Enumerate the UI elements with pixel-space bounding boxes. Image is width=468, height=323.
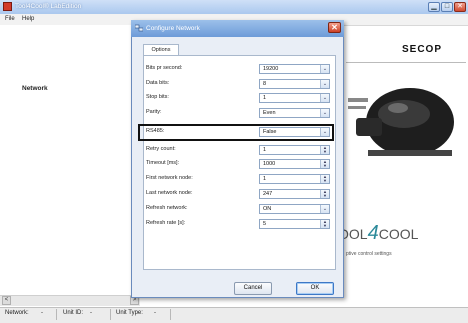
- chevron-down-icon[interactable]: ⌄: [320, 205, 329, 213]
- tool4cool-logo: OOL4COOL: [338, 222, 418, 245]
- refresh-rate-s-value: 5: [263, 221, 267, 227]
- status-separator: [110, 309, 111, 320]
- logo-tagline: ptive control settings: [346, 251, 392, 257]
- timeout-ms-label: Timeout [ms]:: [146, 160, 180, 166]
- last-network-node-label: Last network node:: [146, 190, 193, 196]
- spin-down-icon[interactable]: ▼: [321, 224, 329, 228]
- spinner-arrows-icon[interactable]: ▲ ▼: [320, 190, 329, 198]
- first-network-node-value: 1: [263, 176, 267, 182]
- dialog-close-button[interactable]: ✕: [328, 22, 341, 33]
- status-network-value: -: [41, 310, 43, 316]
- scroll-left-button[interactable]: <: [2, 296, 11, 305]
- stop-bits-label: Stop bits:: [146, 94, 169, 100]
- spinner-arrows-icon[interactable]: ▲ ▼: [320, 146, 329, 154]
- retry-count-label: Retry count:: [146, 146, 176, 152]
- spinner-arrows-icon[interactable]: ▲ ▼: [320, 160, 329, 168]
- first-network-node-label: First network node:: [146, 175, 193, 181]
- stop-bits-value: 1: [263, 95, 267, 101]
- last-network-node-value: 247: [263, 191, 273, 197]
- status-unit-type-label: Unit Type:: [116, 310, 143, 316]
- chevron-down-icon[interactable]: ⌄: [320, 65, 329, 73]
- close-button[interactable]: ✕: [454, 2, 466, 12]
- network-tree-panel[interactable]: [0, 25, 133, 295]
- status-network-label: Network:: [5, 310, 29, 316]
- chevron-down-icon[interactable]: ⌄: [320, 94, 329, 102]
- data-bits-label: Data bits:: [146, 80, 170, 86]
- ok-button[interactable]: OK: [296, 282, 334, 295]
- logo-suffix: COOL: [378, 226, 419, 242]
- window-title: Tool4Cool® LabEdition: [15, 3, 82, 10]
- spin-down-icon[interactable]: ▼: [321, 164, 329, 168]
- status-unit-type-value: -: [154, 310, 156, 316]
- maximize-button[interactable]: □: [441, 2, 453, 12]
- spinner-arrows-icon[interactable]: ▲ ▼: [320, 220, 329, 228]
- menu-help[interactable]: Help: [22, 16, 34, 22]
- status-separator: [56, 309, 57, 320]
- refresh-network-label: Refresh network:: [146, 205, 188, 211]
- minimize-button[interactable]: ▁: [428, 2, 440, 12]
- status-separator: [170, 309, 171, 320]
- network-heading[interactable]: Network: [22, 85, 48, 92]
- cancel-button[interactable]: Cancel: [234, 282, 272, 295]
- app-icon: [3, 2, 12, 11]
- rs485-highlight-box: [138, 124, 334, 141]
- secop-logo: SECOP: [402, 44, 443, 55]
- status-unit-id-value: -: [90, 310, 92, 316]
- spinner-arrows-icon[interactable]: ▲ ▼: [320, 175, 329, 183]
- retry-count-value: 1: [263, 147, 267, 153]
- brand-divider: [346, 62, 466, 63]
- dialog-title: Configure Network: [146, 25, 200, 32]
- spin-down-icon[interactable]: ▼: [321, 179, 329, 183]
- bits-pr-second-label: Bits pr second:: [146, 65, 183, 71]
- refresh-network-value: ON: [263, 206, 272, 212]
- timeout-ms-value: 1000: [263, 161, 276, 167]
- compressor-image: [348, 88, 454, 156]
- refresh-rate-s-label: Refresh rate [s]:: [146, 220, 186, 226]
- chevron-down-icon[interactable]: ⌄: [320, 109, 329, 117]
- menu-file[interactable]: File: [5, 16, 15, 22]
- status-unit-id-label: Unit ID:: [63, 310, 84, 316]
- spin-down-icon[interactable]: ▼: [321, 150, 329, 154]
- parity-value: Even: [263, 110, 276, 116]
- data-bits-value: 8: [263, 81, 267, 87]
- tab-options[interactable]: Options: [143, 44, 179, 55]
- bits-pr-second-value: 19200: [263, 66, 279, 72]
- chevron-down-icon[interactable]: ⌄: [320, 80, 329, 88]
- network-icon: [135, 24, 143, 32]
- spin-down-icon[interactable]: ▼: [321, 194, 329, 198]
- parity-label: Parity:: [146, 109, 162, 115]
- horizontal-scrollbar[interactable]: [0, 295, 140, 306]
- logo-four: 4: [367, 222, 379, 244]
